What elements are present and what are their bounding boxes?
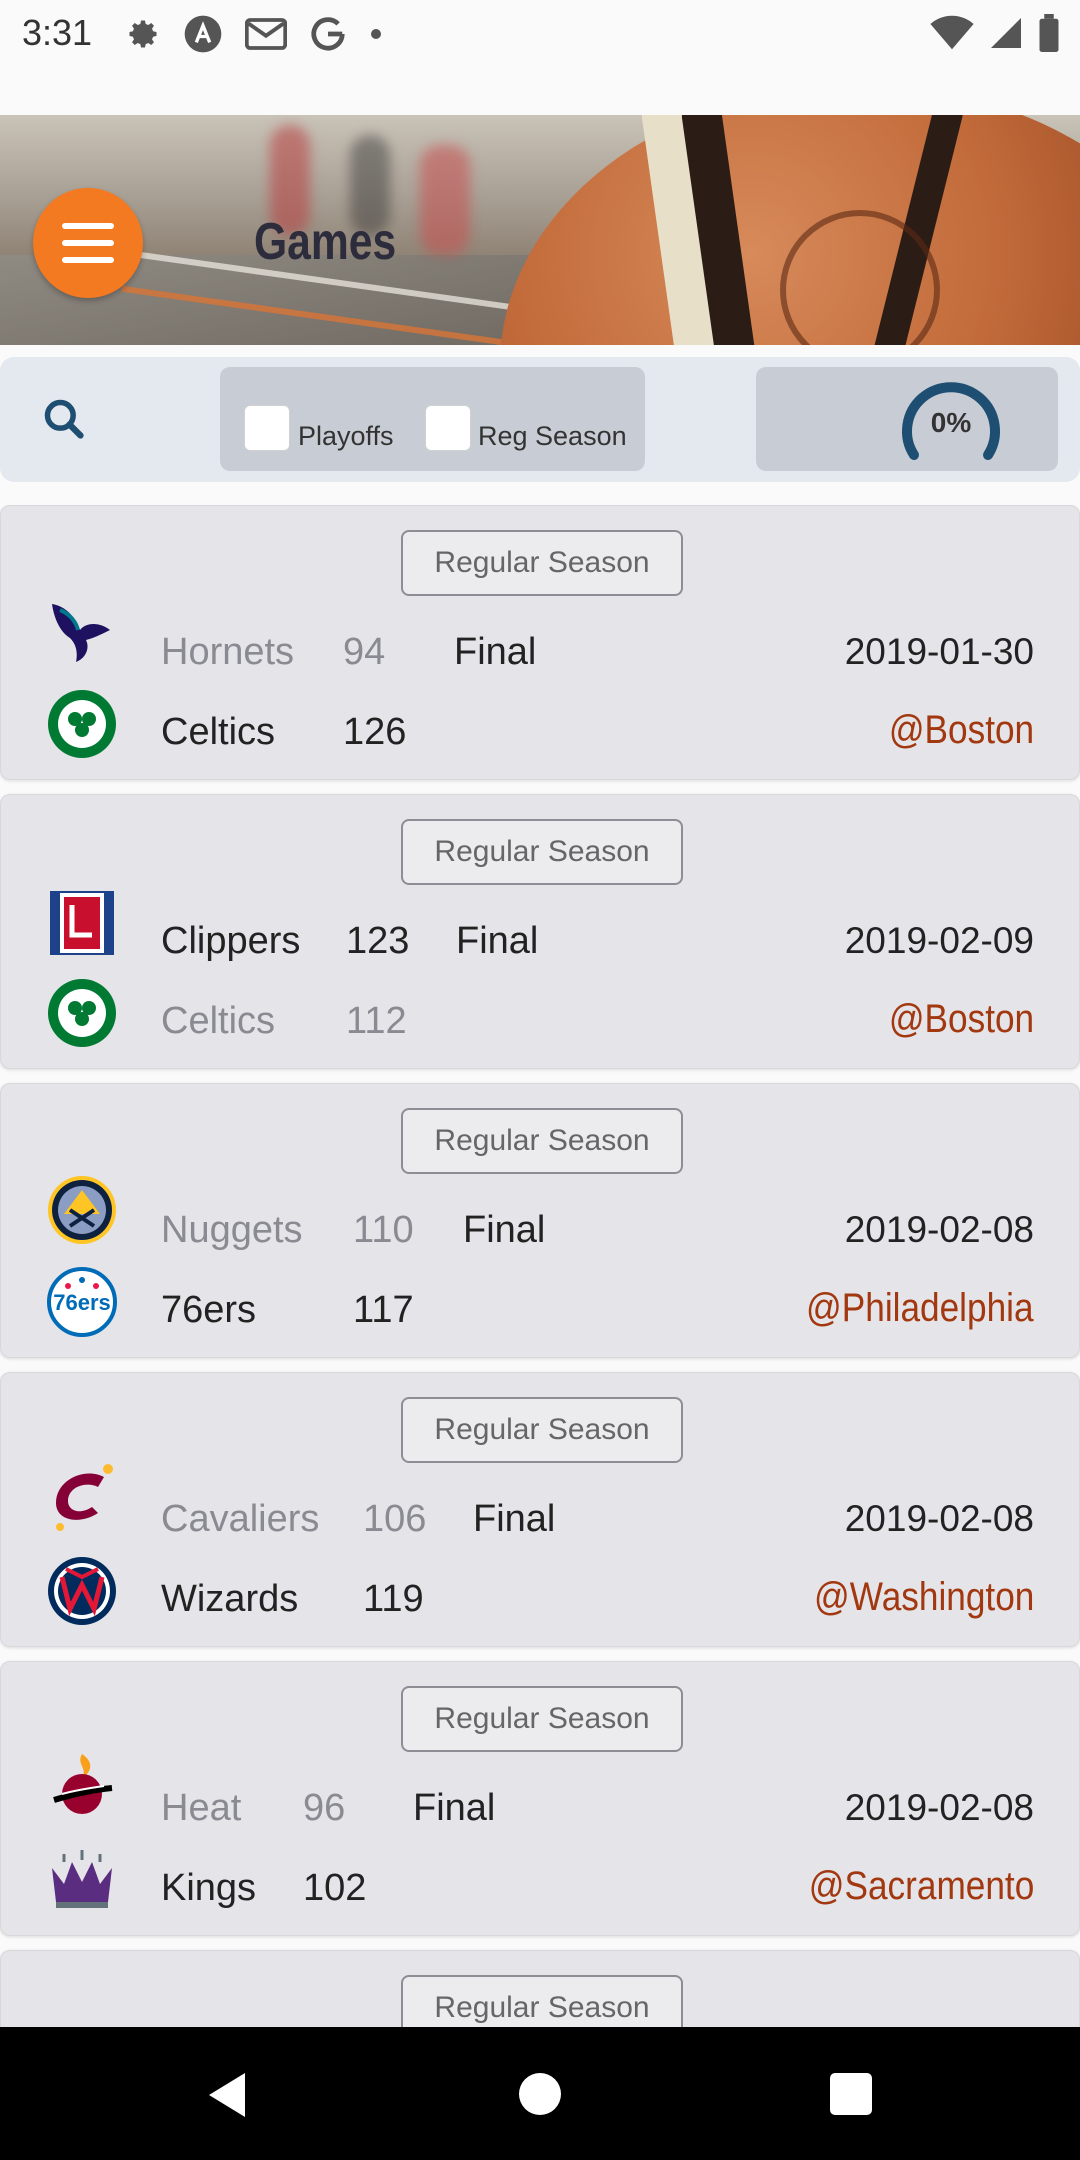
game-date: 2019-01-30 bbox=[844, 631, 1034, 672]
game-venue: @Boston bbox=[888, 708, 1034, 752]
away-team-score: 110 bbox=[353, 1209, 414, 1251]
game-card[interactable]: Regular Season Hornets 94 Final 2019-01-… bbox=[0, 505, 1080, 780]
signal-icon bbox=[991, 18, 1021, 48]
game-venue: @Philadelphia bbox=[806, 1286, 1034, 1330]
season-type-badge: Regular Season bbox=[401, 530, 683, 596]
game-card[interactable]: Regular Season Nuggets 110 Final 2019-02… bbox=[0, 1083, 1080, 1358]
playoffs-checkbox[interactable] bbox=[244, 405, 290, 451]
home-team-score: 119 bbox=[363, 1578, 424, 1620]
hamburger-icon bbox=[62, 223, 114, 229]
away-team-name: Cavaliers bbox=[161, 1498, 320, 1540]
cavaliers-logo bbox=[56, 1464, 113, 1531]
recents-icon[interactable] bbox=[830, 2073, 872, 2115]
game-status: Final bbox=[473, 1498, 556, 1540]
dot-icon bbox=[371, 29, 381, 39]
wizards-logo bbox=[48, 1557, 116, 1625]
home-icon[interactable] bbox=[519, 2073, 561, 2115]
menu-button[interactable] bbox=[33, 188, 143, 298]
game-date: 2019-02-08 bbox=[844, 1787, 1034, 1828]
season-type-badge: Regular Season bbox=[401, 1686, 683, 1752]
hornets-logo bbox=[52, 604, 110, 662]
google-icon bbox=[311, 17, 345, 51]
game-venue: @Sacramento bbox=[808, 1864, 1034, 1908]
system-icons bbox=[930, 14, 1060, 52]
game-card[interactable]: Regular Season bbox=[0, 1950, 1080, 2027]
away-team-name: Clippers bbox=[161, 920, 301, 962]
regular-season-checkbox[interactable] bbox=[425, 405, 471, 451]
away-team-score: 96 bbox=[303, 1787, 346, 1829]
game-card[interactable]: Regular Season Cavaliers 106 Final 2019-… bbox=[0, 1372, 1080, 1647]
celtics-logo bbox=[48, 690, 116, 758]
season-filter-group: Playoffs Reg Season bbox=[220, 367, 645, 471]
away-team-score: 123 bbox=[346, 920, 410, 962]
game-date: 2019-02-09 bbox=[844, 920, 1034, 961]
season-type-badge: Regular Season bbox=[401, 1975, 683, 2027]
search-icon[interactable] bbox=[42, 397, 86, 441]
status-bar: 3:31 bbox=[0, 0, 1080, 115]
away-team-name: Hornets bbox=[161, 631, 295, 673]
regular-season-label: Reg Season bbox=[478, 421, 627, 451]
page-title: Games bbox=[254, 213, 397, 271]
away-team-score: 106 bbox=[363, 1498, 427, 1540]
wifi-icon bbox=[930, 15, 974, 50]
battery-icon bbox=[1039, 14, 1059, 52]
game-status: Final bbox=[454, 631, 537, 673]
notification-icons bbox=[125, 14, 383, 54]
game-venue: @Boston bbox=[888, 997, 1034, 1041]
home-team-score: 102 bbox=[303, 1867, 367, 1909]
game-card[interactable]: Regular Season Clippers 123 Final 2019-0… bbox=[0, 794, 1080, 1069]
progress-indicator: 0% bbox=[756, 367, 1058, 471]
home-team-score: 117 bbox=[353, 1289, 414, 1331]
gmail-icon bbox=[245, 18, 287, 50]
home-team-name: Celtics bbox=[161, 711, 276, 753]
kings-logo bbox=[52, 1850, 112, 1908]
game-venue: @Washington bbox=[813, 1575, 1034, 1619]
header-banner bbox=[0, 115, 1080, 345]
celtics-logo bbox=[48, 979, 116, 1047]
game-date: 2019-02-08 bbox=[844, 1209, 1034, 1250]
home-team-name: 76ers bbox=[161, 1289, 257, 1331]
76ers-logo: 76ers bbox=[47, 1267, 117, 1337]
home-team-score: 126 bbox=[343, 711, 407, 753]
game-card[interactable]: Regular Season Heat 96 Final 2019-02-08 … bbox=[0, 1661, 1080, 1936]
back-icon[interactable] bbox=[205, 2071, 249, 2119]
away-team-score: 94 bbox=[343, 631, 386, 673]
svg-text:76ers: 76ers bbox=[53, 1290, 111, 1315]
game-status: Final bbox=[463, 1209, 546, 1251]
games-list[interactable]: Regular Season Hornets 94 Final 2019-01-… bbox=[0, 505, 1080, 2027]
filter-bar: Playoffs Reg Season 0% bbox=[0, 357, 1080, 482]
progress-text: 0% bbox=[930, 407, 972, 438]
game-status: Final bbox=[413, 1787, 496, 1829]
clippers-logo bbox=[50, 891, 114, 955]
away-team-name: Nuggets bbox=[161, 1209, 303, 1251]
status-time: 3:31 bbox=[22, 12, 93, 53]
season-type-badge: Regular Season bbox=[401, 819, 683, 885]
a-app-icon bbox=[184, 15, 222, 53]
home-team-name: Wizards bbox=[161, 1578, 299, 1620]
game-status: Final bbox=[456, 920, 539, 962]
heat-logo bbox=[53, 1754, 113, 1814]
away-team-name: Heat bbox=[161, 1787, 242, 1829]
home-team-name: Kings bbox=[161, 1867, 257, 1909]
system-nav-bar bbox=[0, 2027, 1080, 2160]
home-team-score: 112 bbox=[346, 1000, 407, 1042]
home-team-name: Celtics bbox=[161, 1000, 276, 1042]
nuggets-logo bbox=[48, 1176, 116, 1244]
season-type-badge: Regular Season bbox=[401, 1108, 683, 1174]
settings-icon bbox=[129, 20, 157, 48]
season-type-badge: Regular Season bbox=[401, 1397, 683, 1463]
playoffs-label: Playoffs bbox=[298, 421, 394, 451]
game-date: 2019-02-08 bbox=[844, 1498, 1034, 1539]
